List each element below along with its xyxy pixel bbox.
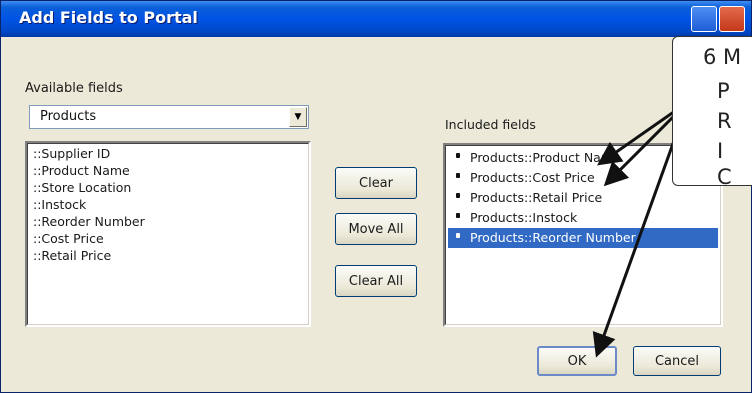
callout-line: C <box>717 165 732 189</box>
bullet-icon <box>456 213 460 218</box>
bullet-icon <box>456 153 460 158</box>
available-field-item[interactable]: ::Retail Price <box>33 248 111 263</box>
callout-line: 6 M <box>703 45 742 69</box>
add-fields-dialog: Add Fields to Portal Available fields Pr… <box>0 0 752 393</box>
included-field-item[interactable]: Products::Instock <box>448 208 718 228</box>
callout-line: R <box>717 109 732 133</box>
clear-all-button[interactable]: Clear All <box>335 265 417 297</box>
available-fields-list[interactable]: ::Supplier ID ::Product Name ::Store Loc… <box>25 141 311 327</box>
available-fields-list-frame: ::Supplier ID ::Product Name ::Store Loc… <box>27 143 309 325</box>
table-select[interactable]: Products ▼ <box>29 105 309 129</box>
instruction-callout: 6 M P R I C <box>672 36 752 189</box>
dropdown-arrow-icon[interactable]: ▼ <box>289 107 307 127</box>
available-field-item[interactable]: ::Product Name <box>33 163 130 178</box>
available-field-item[interactable]: ::Supplier ID <box>33 146 110 161</box>
callout-line: I <box>717 139 724 163</box>
included-field-label: Products::Retail Price <box>470 190 603 205</box>
available-fields-label: Available fields <box>25 81 123 96</box>
bullet-icon <box>456 233 460 238</box>
included-field-label: Products::Instock <box>470 210 578 225</box>
included-field-label: Products::Product Name <box>470 150 621 165</box>
included-field-label: Products::Cost Price <box>470 170 595 185</box>
bullet-icon <box>456 193 460 198</box>
clear-button[interactable]: Clear <box>335 167 417 199</box>
table-select-value: Products <box>40 109 97 124</box>
help-button[interactable] <box>691 6 717 32</box>
callout-line: P <box>717 79 730 103</box>
available-field-item[interactable]: ::Cost Price <box>33 231 104 246</box>
ok-button[interactable]: OK <box>537 346 617 376</box>
move-all-button[interactable]: Move All <box>335 213 417 245</box>
included-fields-label: Included fields <box>445 117 536 132</box>
dialog-title: Add Fields to Portal <box>19 8 198 27</box>
available-field-item[interactable]: ::Store Location <box>33 180 131 195</box>
cancel-button[interactable]: Cancel <box>633 346 721 376</box>
close-button[interactable] <box>719 6 745 32</box>
included-field-item[interactable]: Products::Retail Price <box>448 188 718 208</box>
bullet-icon <box>456 173 460 178</box>
included-field-label: Products::Reorder Number <box>470 230 636 245</box>
available-field-item[interactable]: ::Instock <box>33 197 86 212</box>
available-field-item[interactable]: ::Reorder Number <box>33 214 145 229</box>
included-field-item-selected[interactable]: Products::Reorder Number <box>448 228 718 248</box>
title-bar[interactable]: Add Fields to Portal <box>1 1 751 37</box>
